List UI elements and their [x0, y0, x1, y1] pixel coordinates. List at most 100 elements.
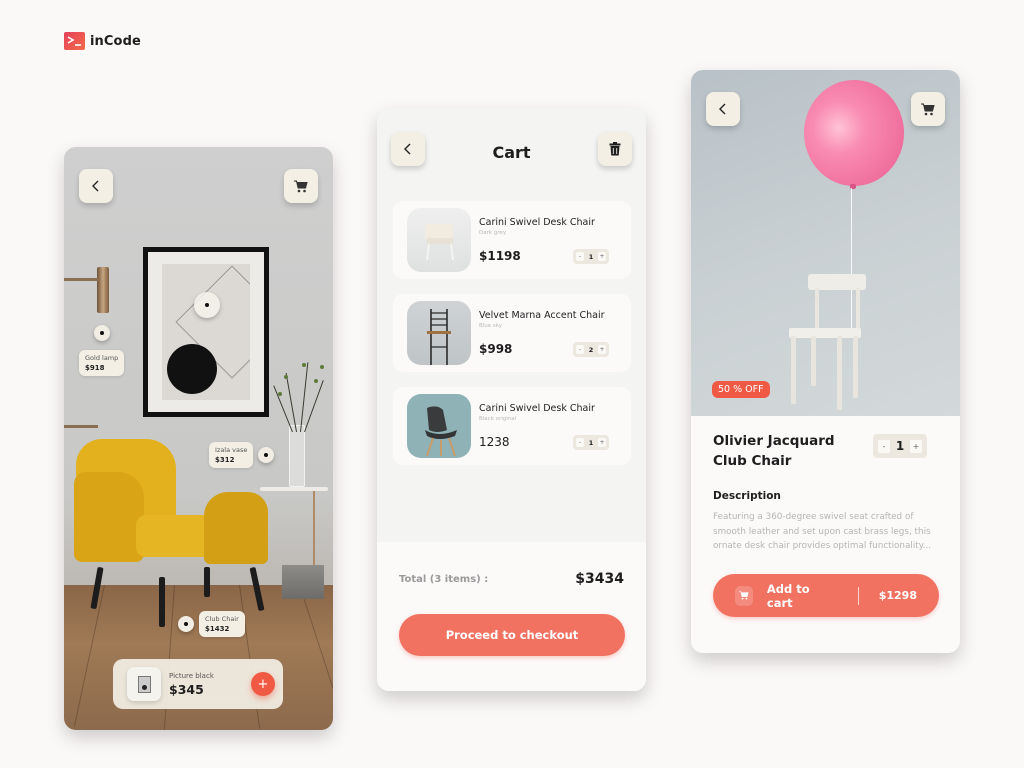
plant-leaf [284, 375, 288, 379]
room-screen: Gold lamp $918 Izala vase $312 Club Chai… [64, 147, 333, 730]
white-chair-leg [791, 336, 796, 404]
product-thumbnail [407, 208, 471, 272]
tag-gold-lamp[interactable]: Gold lamp $918 [79, 350, 125, 376]
side-table-leg [313, 491, 315, 567]
quantity-stepper: - 2 + [573, 342, 609, 357]
total-value: $3434 [575, 571, 624, 587]
tag-izala-vase[interactable]: Izala vase $312 [209, 442, 254, 468]
brand-name: inCode [90, 33, 141, 49]
increment-button[interactable]: + [598, 438, 606, 447]
chevron-left-icon [92, 180, 99, 192]
cart-item[interactable]: Carini Swivel Desk Chair Black original … [393, 387, 631, 465]
increment-button[interactable]: + [598, 252, 606, 261]
checkout-button[interactable]: Proceed to checkout [399, 614, 625, 656]
quantity-stepper: - 1 + [873, 434, 927, 458]
trash-icon [609, 142, 621, 156]
decrement-button[interactable]: - [878, 439, 890, 453]
chair-arm [204, 492, 268, 564]
plant-leaf [278, 392, 282, 396]
quantity-stepper: - 1 + [573, 249, 609, 264]
plant-leaf [314, 379, 318, 383]
product-thumbnail [127, 667, 161, 701]
decrement-button[interactable]: - [576, 345, 584, 354]
item-price: $998 [479, 342, 513, 356]
cart-item[interactable]: Carini Swivel Desk Chair Dark grey $1198… [393, 201, 631, 279]
pink-balloon [804, 80, 904, 186]
glass-vase [289, 425, 305, 487]
white-chair-post [856, 288, 860, 330]
tag-price: $312 [215, 456, 235, 464]
hotspot-club-chair[interactable] [178, 616, 194, 632]
quantity-value: 1 [588, 438, 594, 447]
lamp-arm [64, 425, 98, 428]
decrement-button[interactable]: - [576, 438, 584, 447]
chair-leg [159, 577, 165, 627]
back-button[interactable] [79, 169, 113, 203]
total-label: Total (3 items) : [399, 574, 489, 585]
item-price: 1238 [479, 435, 510, 449]
item-name: Velvet Marna Accent Chair [479, 310, 605, 321]
tag-price: $918 [85, 364, 105, 372]
side-table [260, 487, 328, 491]
cart-screen: Cart Carini Swivel Desk Chair Dark grey … [377, 108, 646, 691]
picture-frame [143, 247, 269, 417]
selected-product-card[interactable]: Picture black $345 + [113, 659, 283, 709]
description-heading: Description [713, 490, 781, 502]
cart-button[interactable] [911, 92, 945, 126]
decrement-button[interactable]: - [576, 252, 584, 261]
chevron-left-icon [719, 103, 726, 115]
hotspot-picture[interactable] [194, 292, 220, 318]
white-chair-leg [811, 336, 816, 386]
product-thumbnail [407, 394, 471, 458]
product-thumbnail [407, 301, 471, 365]
add-to-cart-button[interactable]: Add to cart $1298 [713, 574, 939, 617]
cart-icon [294, 180, 308, 192]
chair-arm [74, 472, 144, 562]
art-circle [167, 344, 217, 394]
add-product-button[interactable]: + [251, 672, 275, 696]
item-variant: Blue sky [479, 323, 503, 329]
cart-button[interactable] [284, 169, 318, 203]
cart-icon [921, 103, 935, 115]
white-chair-leg [837, 336, 842, 410]
quantity-value: 1 [895, 439, 905, 453]
terminal-prompt-icon [64, 32, 85, 50]
quantity-value: 1 [588, 252, 594, 261]
product-screen: 50 % OFF Olivier Jacquard Club Chair - 1… [691, 70, 960, 653]
white-chair-leg [853, 336, 858, 398]
add-to-cart-label: Add to cart [766, 581, 810, 610]
product-price: $345 [169, 681, 204, 697]
add-to-cart-price: $1298 [878, 589, 917, 602]
hotspot-gold-lamp[interactable] [94, 325, 110, 341]
item-price: $1198 [479, 249, 521, 263]
tag-club-chair[interactable]: Club Chair $1432 [199, 611, 245, 637]
delete-button[interactable] [598, 132, 632, 166]
white-chair-post [815, 288, 819, 330]
item-variant: Black original [479, 416, 517, 422]
item-name: Carini Swivel Desk Chair [479, 403, 595, 414]
product-name: Picture black [169, 671, 214, 680]
gold-lamp [97, 267, 109, 313]
cart-icon [735, 585, 753, 606]
divider [857, 586, 859, 605]
discount-badge: 50 % OFF [712, 381, 770, 398]
quantity-value: 2 [588, 345, 594, 354]
brand-logo: inCode [64, 32, 141, 50]
tag-name: Club Chair [205, 615, 239, 623]
tag-name: Gold lamp [85, 354, 119, 362]
plant-leaf [302, 363, 306, 367]
side-table-base [282, 565, 324, 599]
back-button[interactable] [706, 92, 740, 126]
cart-item[interactable]: Velvet Marna Accent Chair Blue sky $998 … [393, 294, 631, 372]
chair-leg [204, 567, 210, 597]
tag-price: $1432 [205, 625, 230, 633]
plant-leaf [320, 365, 324, 369]
hotspot-izala-vase[interactable] [258, 447, 274, 463]
balloon-string [851, 188, 852, 328]
increment-button[interactable]: + [910, 439, 922, 453]
tag-name: Izala vase [215, 446, 248, 454]
quantity-stepper: - 1 + [573, 435, 609, 450]
white-chair-seat [789, 328, 861, 338]
increment-button[interactable]: + [598, 345, 606, 354]
product-title: Olivier Jacquard Club Chair [713, 433, 835, 469]
